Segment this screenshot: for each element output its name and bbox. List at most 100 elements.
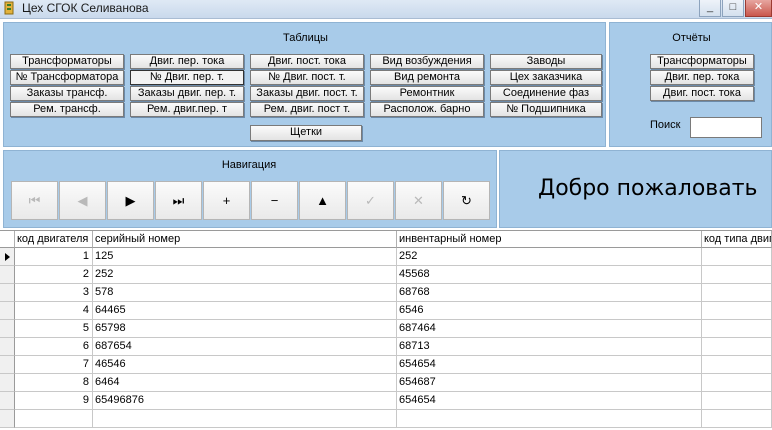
last-record-button[interactable]: ⏭: [155, 181, 202, 220]
empty-cell[interactable]: [93, 410, 397, 428]
bearing-number-button[interactable]: № Подшипника: [490, 102, 602, 117]
table-row[interactable]: 3 578 68768: [0, 284, 772, 302]
engine-code-cell[interactable]: 1: [15, 248, 93, 266]
serial-number-cell[interactable]: 64465: [93, 302, 397, 320]
row-indicator[interactable]: [0, 338, 15, 356]
engine-code-cell[interactable]: 4: [15, 302, 93, 320]
transformer-repair-button[interactable]: Рем. трансф.: [10, 102, 124, 117]
engine-code-cell[interactable]: 7: [15, 356, 93, 374]
report-transformers-button[interactable]: Трансформаторы: [650, 54, 754, 69]
row-indicator[interactable]: [0, 302, 15, 320]
table-row[interactable]: 9 65496876 654654: [0, 392, 772, 410]
phase-connection-button[interactable]: Соединение фаз: [490, 86, 602, 101]
column-header-engine-type-code[interactable]: код типа двиг: [702, 231, 772, 248]
inventory-number-cell[interactable]: 654687: [397, 374, 702, 392]
transformers-button[interactable]: Трансформаторы: [10, 54, 124, 69]
engine-type-code-cell[interactable]: [702, 374, 772, 392]
inventory-number-cell[interactable]: 68768: [397, 284, 702, 302]
dc-motor-orders-button[interactable]: Заказы двиг. пост. т.: [250, 86, 364, 101]
engine-code-cell[interactable]: 2: [15, 266, 93, 284]
customer-workshop-button[interactable]: Цех заказчика: [490, 70, 602, 85]
table-row[interactable]: 8 6464 654687: [0, 374, 772, 392]
row-indicator[interactable]: [0, 320, 15, 338]
table-row[interactable]: 5 65798 687464: [0, 320, 772, 338]
first-record-button[interactable]: ⏮: [11, 181, 58, 220]
empty-cell[interactable]: [15, 410, 93, 428]
insert-button[interactable]: +: [203, 181, 250, 220]
empty-cell[interactable]: [397, 410, 702, 428]
row-indicator[interactable]: [0, 266, 15, 284]
engine-type-code-cell[interactable]: [702, 356, 772, 374]
row-indicator[interactable]: [0, 410, 15, 428]
dc-motor-repair-button[interactable]: Рем. двиг. пост т.: [250, 102, 364, 117]
serial-number-cell[interactable]: 252: [93, 266, 397, 284]
ac-motor-repair-button[interactable]: Рем. двиг.пер. т: [130, 102, 244, 117]
search-input[interactable]: [690, 117, 762, 138]
report-dc-motors-button[interactable]: Двиг. пост. тока: [650, 86, 754, 101]
dc-motor-number-button[interactable]: № Двиг. пост. т.: [250, 70, 364, 85]
drum-location-button[interactable]: Располож. барно: [370, 102, 484, 117]
refresh-button[interactable]: ↻: [443, 181, 490, 220]
inventory-number-cell[interactable]: 654654: [397, 356, 702, 374]
table-row[interactable]: 6 687654 68713: [0, 338, 772, 356]
engine-code-cell[interactable]: 6: [15, 338, 93, 356]
engine-type-code-cell[interactable]: [702, 302, 772, 320]
ac-motor-orders-button[interactable]: Заказы двиг. пер. т.: [130, 86, 244, 101]
serial-number-cell[interactable]: 578: [93, 284, 397, 302]
cancel-button[interactable]: ✕: [395, 181, 442, 220]
column-header-serial-number[interactable]: серийный номер: [93, 231, 397, 248]
brushes-button[interactable]: Щетки: [250, 125, 362, 141]
column-header-engine-code[interactable]: код двигателя: [15, 231, 93, 248]
engine-type-code-cell[interactable]: [702, 392, 772, 410]
plants-button[interactable]: Заводы: [490, 54, 602, 69]
table-row[interactable]: 4 64465 6546: [0, 302, 772, 320]
row-indicator[interactable]: [0, 284, 15, 302]
inventory-number-cell[interactable]: 68713: [397, 338, 702, 356]
ac-motors-button[interactable]: Двиг. пер. тока: [130, 54, 244, 69]
prev-record-button[interactable]: ◀: [59, 181, 106, 220]
serial-number-cell[interactable]: 125: [93, 248, 397, 266]
serial-number-cell[interactable]: 687654: [93, 338, 397, 356]
row-indicator[interactable]: [0, 392, 15, 410]
engine-code-cell[interactable]: 9: [15, 392, 93, 410]
next-record-button[interactable]: ▶: [107, 181, 154, 220]
inventory-number-cell[interactable]: 654654: [397, 392, 702, 410]
report-ac-motors-button[interactable]: Двиг. пер. тока: [650, 70, 754, 85]
post-button[interactable]: ✓: [347, 181, 394, 220]
table-row-empty[interactable]: [0, 410, 772, 428]
row-indicator[interactable]: [0, 374, 15, 392]
transformer-orders-button[interactable]: Заказы трансф.: [10, 86, 124, 101]
row-indicator[interactable]: [0, 248, 15, 266]
inventory-number-cell[interactable]: 252: [397, 248, 702, 266]
engine-code-cell[interactable]: 8: [15, 374, 93, 392]
engine-type-code-cell[interactable]: [702, 320, 772, 338]
table-row[interactable]: 2 252 45568: [0, 266, 772, 284]
engine-type-code-cell[interactable]: [702, 248, 772, 266]
inventory-number-cell[interactable]: 45568: [397, 266, 702, 284]
repairman-button[interactable]: Ремонтник: [370, 86, 484, 101]
dc-motors-button[interactable]: Двиг. пост. тока: [250, 54, 364, 69]
empty-cell[interactable]: [702, 410, 772, 428]
table-row[interactable]: 7 46546 654654: [0, 356, 772, 374]
inventory-number-cell[interactable]: 687464: [397, 320, 702, 338]
maximize-button[interactable]: □: [722, 0, 744, 17]
delete-button[interactable]: −: [251, 181, 298, 220]
close-button[interactable]: ✕: [745, 0, 772, 17]
inventory-number-cell[interactable]: 6546: [397, 302, 702, 320]
edit-button[interactable]: ▲: [299, 181, 346, 220]
serial-number-cell[interactable]: 6464: [93, 374, 397, 392]
repair-type-button[interactable]: Вид ремонта: [370, 70, 484, 85]
engine-code-cell[interactable]: 5: [15, 320, 93, 338]
serial-number-cell[interactable]: 65798: [93, 320, 397, 338]
engine-type-code-cell[interactable]: [702, 266, 772, 284]
row-indicator[interactable]: [0, 356, 15, 374]
ac-motor-number-button[interactable]: № Двиг. пер. т.: [130, 70, 244, 85]
engine-type-code-cell[interactable]: [702, 284, 772, 302]
serial-number-cell[interactable]: 46546: [93, 356, 397, 374]
data-grid[interactable]: код двигателя серийный номер инвентарный…: [0, 230, 772, 430]
engine-type-code-cell[interactable]: [702, 338, 772, 356]
excitation-type-button[interactable]: Вид возбуждения: [370, 54, 484, 69]
engine-code-cell[interactable]: 3: [15, 284, 93, 302]
transformer-number-button[interactable]: № Трансформатора: [10, 70, 124, 85]
minimize-button[interactable]: _: [699, 0, 721, 17]
